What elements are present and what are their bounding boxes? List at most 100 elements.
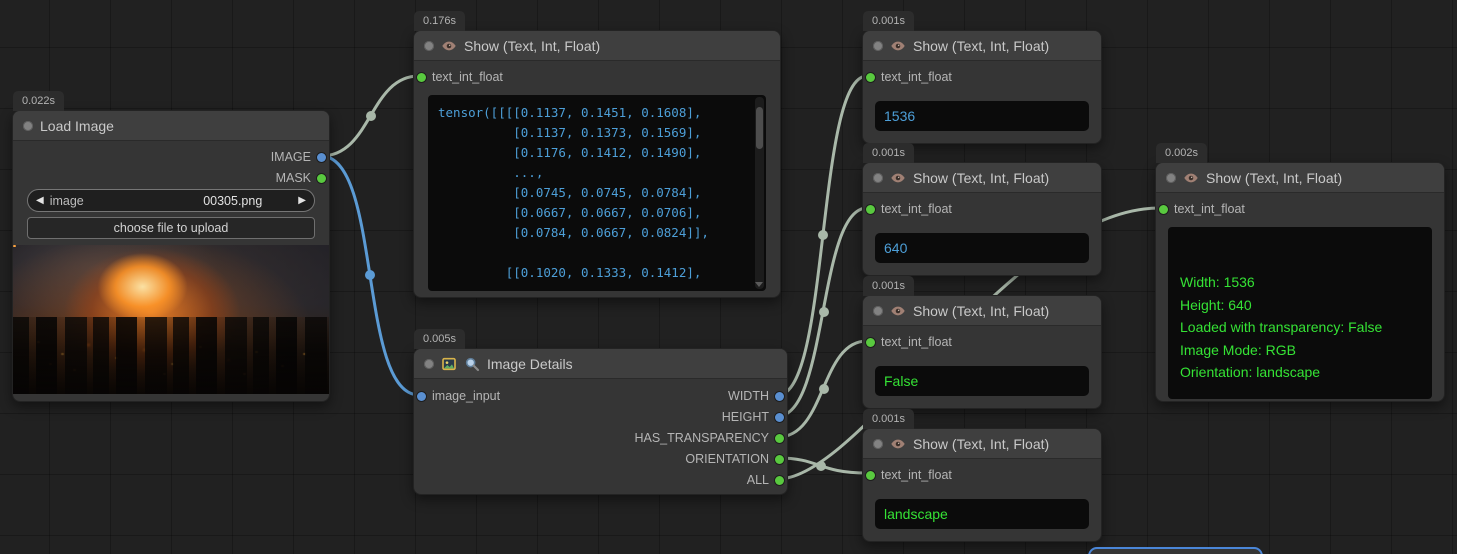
input-slot-text-int-float[interactable]: text_int_float — [866, 201, 952, 217]
choose-file-button[interactable]: choose file to upload — [27, 217, 315, 239]
input-slot-text-int-float[interactable]: text_int_float — [417, 69, 503, 85]
slot-label: HAS_TRANSPARENCY — [634, 431, 769, 445]
details-text: Width: 1536 Height: 640 Loaded with tran… — [1180, 271, 1420, 384]
output-dot-image[interactable] — [317, 153, 326, 162]
tensor-text: tensor([[[[0.1137, 0.1451, 0.1608], [0.1… — [438, 103, 748, 283]
slot-label: text_int_float — [881, 70, 952, 84]
collapse-dot-icon[interactable] — [23, 121, 33, 131]
output-slot-height[interactable]: HEIGHT — [722, 409, 784, 425]
combo-prev-icon[interactable]: ◀ — [36, 196, 44, 206]
output-slot-has-transparency[interactable]: HAS_TRANSPARENCY — [634, 430, 784, 446]
node-show-tensor[interactable]: 0.176s Show (Text, Int, Float) text_int_… — [413, 30, 781, 298]
input-dot[interactable] — [417, 73, 426, 82]
node-header[interactable]: Image Details — [414, 349, 787, 379]
link-dot — [818, 230, 828, 240]
node-header[interactable]: Load Image — [13, 111, 329, 141]
link-dot — [819, 307, 829, 317]
collapse-dot-icon[interactable] — [873, 306, 883, 316]
tensor-output-textarea[interactable]: tensor([[[[0.1137, 0.1451, 0.1608], [0.1… — [428, 95, 766, 291]
input-slot-text-int-float[interactable]: text_int_float — [866, 69, 952, 85]
input-dot[interactable] — [1159, 205, 1168, 214]
scrollbar[interactable] — [755, 97, 764, 289]
node-title: Show (Text, Int, Float) — [913, 170, 1049, 186]
output-dot[interactable] — [775, 476, 784, 485]
combo-label: image — [50, 194, 84, 208]
slot-label: image_input — [432, 389, 500, 403]
node-show-transparency[interactable]: 0.001s Show (Text, Int, Float) text_int_… — [862, 295, 1102, 409]
collapse-dot-icon[interactable] — [424, 41, 434, 51]
output-dot-mask[interactable] — [317, 174, 326, 183]
output-slot-orientation[interactable]: ORIENTATION — [685, 451, 784, 467]
value-display[interactable]: False — [875, 366, 1089, 396]
output-slot-mask[interactable]: MASK — [276, 170, 326, 186]
collapse-dot-icon[interactable] — [424, 359, 434, 369]
combo-next-icon[interactable]: ▶ — [298, 196, 306, 206]
output-dot[interactable] — [775, 434, 784, 443]
value-display[interactable]: 1536 — [875, 101, 1089, 131]
image-preview — [13, 245, 329, 394]
collapse-dot-icon[interactable] — [873, 41, 883, 51]
output-slot-width[interactable]: WIDTH — [728, 388, 784, 404]
link-dot — [819, 384, 829, 394]
input-slot-text-int-float[interactable]: text_int_float — [866, 467, 952, 483]
combo-value: 00305.png — [203, 194, 262, 208]
slot-label: text_int_float — [881, 468, 952, 482]
input-dot[interactable] — [866, 338, 875, 347]
eye-icon — [890, 436, 906, 452]
node-show-all[interactable]: 0.002s Show (Text, Int, Float) text_int_… — [1155, 162, 1445, 402]
node-show-orientation[interactable]: 0.001s Show (Text, Int, Float) text_int_… — [862, 428, 1102, 542]
node-header[interactable]: Show (Text, Int, Float) — [414, 31, 780, 61]
link-dot — [366, 111, 376, 121]
slot-label: IMAGE — [271, 150, 311, 164]
link-dot — [816, 461, 826, 471]
output-dot[interactable] — [775, 392, 784, 401]
input-slot-image-input[interactable]: image_input — [417, 388, 500, 404]
input-slot-text-int-float[interactable]: text_int_float — [866, 334, 952, 350]
node-title: Load Image — [40, 118, 114, 134]
output-dot[interactable] — [775, 413, 784, 422]
execution-time-badge: 0.001s — [863, 143, 914, 163]
input-dot[interactable] — [417, 392, 426, 401]
magnifier-icon — [464, 356, 480, 372]
output-slot-all[interactable]: ALL — [747, 472, 784, 488]
node-show-width[interactable]: 0.001s Show (Text, Int, Float) text_int_… — [862, 30, 1102, 144]
link-dot — [365, 270, 375, 280]
collapse-dot-icon[interactable] — [873, 173, 883, 183]
output-slot-image[interactable]: IMAGE — [271, 149, 326, 165]
eye-icon — [1183, 170, 1199, 186]
slot-label: text_int_float — [432, 70, 503, 84]
partial-node-bottom[interactable] — [1088, 547, 1263, 554]
output-dot[interactable] — [775, 455, 784, 464]
input-slot-text-int-float[interactable]: text_int_float — [1159, 201, 1245, 217]
node-header[interactable]: Show (Text, Int, Float) — [863, 296, 1101, 326]
scrollbar-thumb[interactable] — [756, 107, 763, 149]
input-dot[interactable] — [866, 471, 875, 480]
value-display[interactable]: 640 — [875, 233, 1089, 263]
node-graph-canvas[interactable]: 0.022s Load Image IMAGE MASK ◀ image 003… — [0, 0, 1457, 554]
execution-time-badge: 0.176s — [414, 11, 465, 31]
input-dot[interactable] — [866, 73, 875, 82]
scroll-down-icon[interactable] — [755, 282, 763, 287]
node-title: Show (Text, Int, Float) — [1206, 170, 1342, 186]
node-header[interactable]: Show (Text, Int, Float) — [863, 163, 1101, 193]
node-header[interactable]: Show (Text, Int, Float) — [863, 429, 1101, 459]
value-display[interactable]: landscape — [875, 499, 1089, 529]
input-dot[interactable] — [866, 205, 875, 214]
slot-label: ORIENTATION — [685, 452, 769, 466]
picture-icon — [441, 356, 457, 372]
image-filename-combo[interactable]: ◀ image 00305.png ▶ — [27, 189, 315, 212]
node-header[interactable]: Show (Text, Int, Float) — [1156, 163, 1444, 193]
collapse-dot-icon[interactable] — [1166, 173, 1176, 183]
node-image-details[interactable]: 0.005s Image Details image_input WIDTH H… — [413, 348, 788, 495]
slot-label: WIDTH — [728, 389, 769, 403]
eye-icon — [890, 38, 906, 54]
slot-label: ALL — [747, 473, 769, 487]
execution-time-badge: 0.001s — [863, 409, 914, 429]
collapse-dot-icon[interactable] — [873, 439, 883, 449]
node-header[interactable]: Show (Text, Int, Float) — [863, 31, 1101, 61]
node-title: Show (Text, Int, Float) — [913, 303, 1049, 319]
node-title: Show (Text, Int, Float) — [464, 38, 600, 54]
node-load-image[interactable]: 0.022s Load Image IMAGE MASK ◀ image 003… — [12, 110, 330, 402]
node-show-height[interactable]: 0.001s Show (Text, Int, Float) text_int_… — [862, 162, 1102, 276]
details-output-textarea[interactable]: Width: 1536 Height: 640 Loaded with tran… — [1168, 227, 1432, 399]
